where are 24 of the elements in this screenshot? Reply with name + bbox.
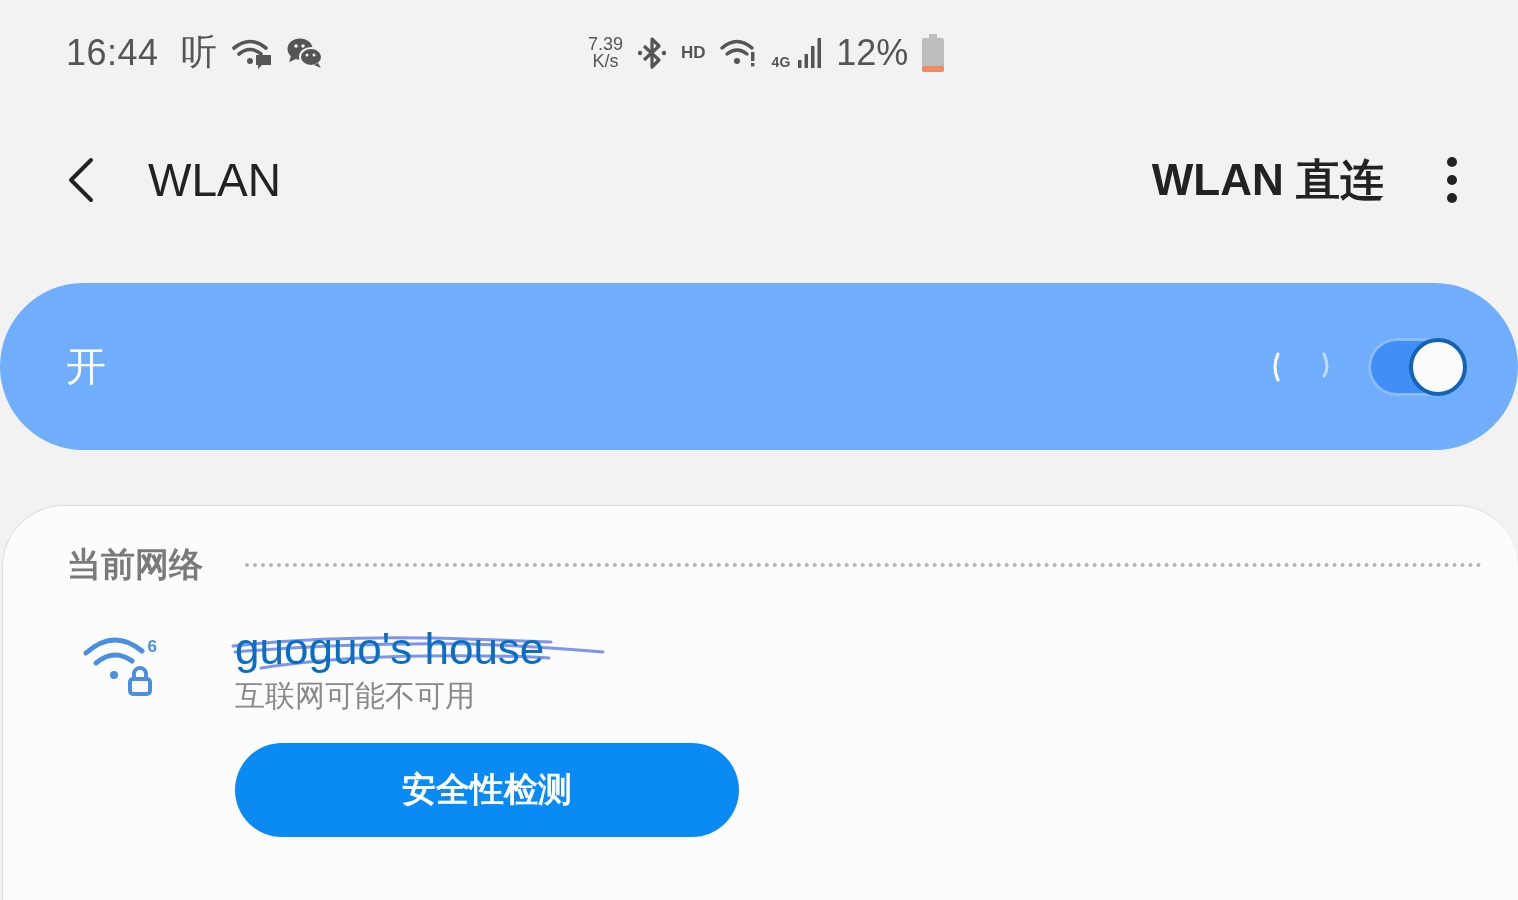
security-check-button[interactable]: 安全性检测: [235, 743, 739, 837]
section-title: 当前网络: [67, 544, 203, 585]
network-name[interactable]: guoguo's house: [235, 624, 545, 673]
back-chevron-icon: [66, 157, 96, 203]
battery-low-icon: [922, 33, 945, 72]
signal-bars-icon: [798, 37, 823, 68]
back-button[interactable]: [66, 157, 96, 203]
more-options-button[interactable]: [1444, 157, 1460, 203]
wifi-standard-label: 6: [147, 638, 157, 655]
net-speed-unit: K/s: [592, 52, 619, 70]
clock-time: 16:44: [66, 31, 159, 74]
wlan-direct-button[interactable]: WLAN 直连: [1151, 150, 1384, 210]
chat-bubbles-icon: [286, 36, 323, 69]
more-vertical-icon: [1444, 157, 1460, 203]
network-type-label: 4G: [771, 53, 791, 70]
hd-label: HD: [681, 42, 706, 63]
network-status: 互联网可能不可用: [235, 678, 475, 714]
battery-percent: 12%: [836, 31, 909, 74]
bluetooth-icon: [637, 35, 668, 70]
toggle-switch[interactable]: [1368, 337, 1466, 396]
net-speed-value: 7.39: [588, 35, 624, 53]
page-title: WLAN: [148, 153, 281, 207]
notification-glyph: 听: [180, 30, 217, 74]
switch-state-label: 开: [66, 343, 106, 390]
